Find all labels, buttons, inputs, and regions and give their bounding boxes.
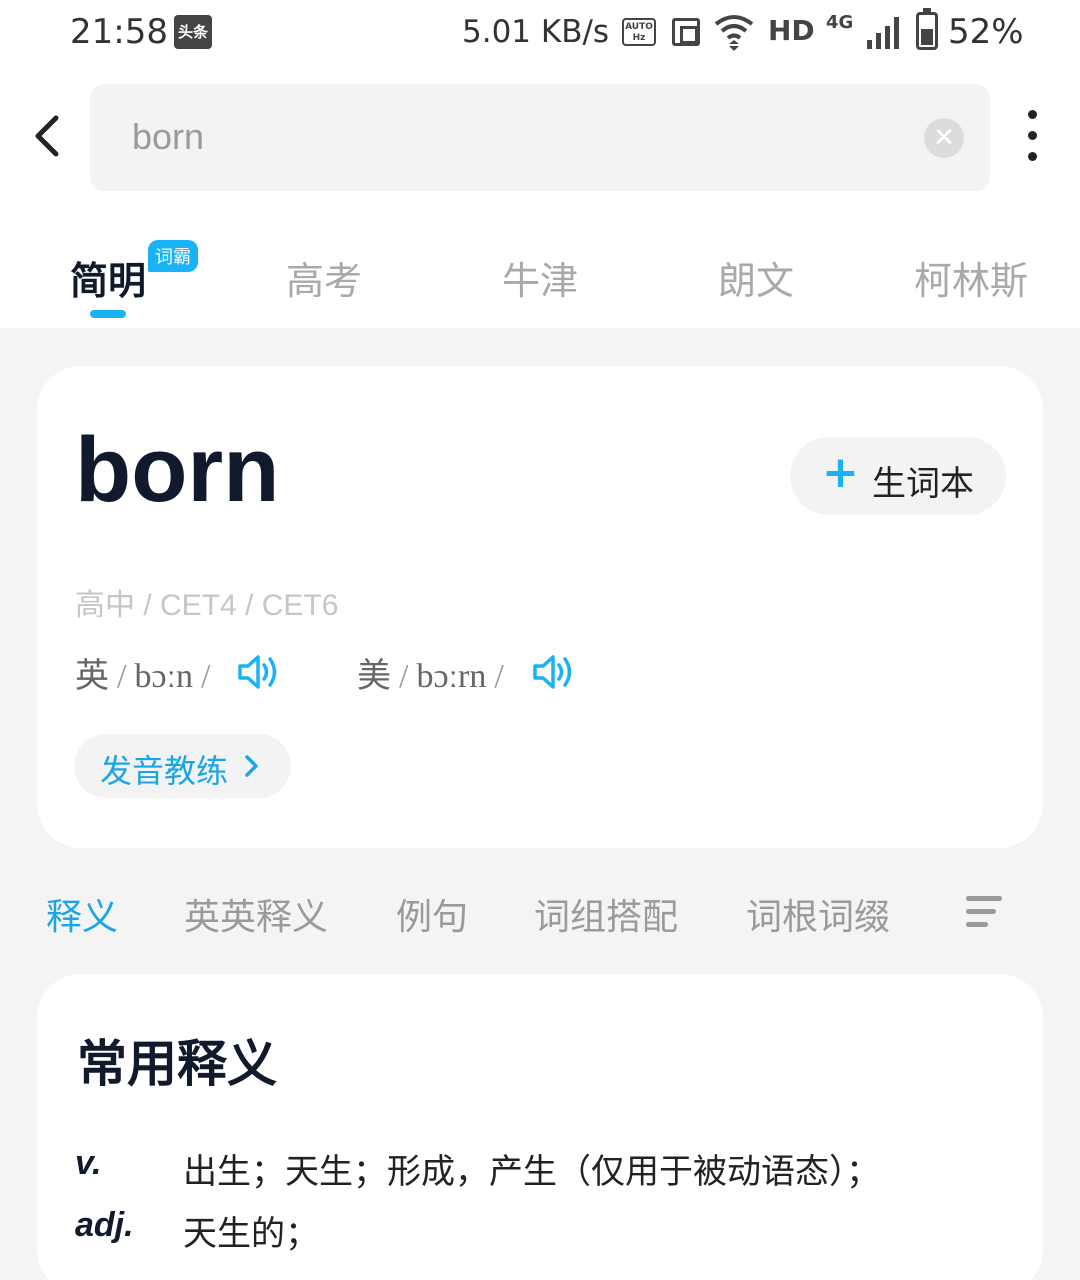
part-of-speech: adj.	[75, 1206, 134, 1244]
section-tabs: 释义 英英释义 例句 词组搭配 词根词缀	[0, 884, 1080, 944]
us-label: 美	[357, 656, 391, 696]
active-tab-indicator	[90, 310, 126, 318]
chevron-right-icon	[245, 755, 258, 777]
nfc-icon	[672, 18, 700, 46]
top-bar: born ✕ 简明 词霸 高考 牛津 朗文 柯林斯	[0, 72, 1080, 328]
uk-pronunciation: 英 / bɔːn /	[75, 656, 211, 696]
tab-gaokao[interactable]: 高考	[286, 250, 362, 305]
hd-indicator: HD	[768, 14, 815, 47]
auto-hz-icon: AUTO Hz	[622, 18, 656, 46]
tab-examples[interactable]: 例句	[396, 888, 468, 940]
definition-meaning: 出生；天生；形成，产生（仅用于被动语态）；	[183, 1152, 880, 1192]
us-ipa: bɔːrn	[416, 658, 487, 695]
us-pronunciation: 美 / bɔːrn /	[357, 656, 504, 696]
tab-longman[interactable]: 朗文	[718, 250, 794, 305]
definitions-card: 常用释义 v. 出生；天生；形成，产生（仅用于被动语态）； adj. 天生的；	[37, 974, 1043, 1280]
ciba-badge: 词霸	[148, 240, 198, 272]
status-time: 21:58	[70, 12, 168, 52]
coach-label: 发音教练	[100, 752, 229, 790]
dictionary-tabs: 简明 词霸 高考 牛津 朗文 柯林斯	[0, 240, 1080, 328]
tab-oxford[interactable]: 牛津	[502, 250, 578, 305]
network-type: 4G	[826, 12, 854, 33]
back-arrow-icon[interactable]	[20, 106, 80, 166]
signal-icon	[867, 17, 899, 49]
pronunciation-coach-button[interactable]: 发音教练	[74, 734, 291, 798]
tab-word-roots[interactable]: 词根词缀	[746, 888, 890, 940]
us-speaker-icon[interactable]	[532, 652, 576, 692]
search-input[interactable]: born ✕	[90, 84, 990, 191]
wifi-icon	[714, 15, 754, 51]
plus-icon: +	[822, 447, 859, 498]
add-to-vocab-button[interactable]: + 生词本	[790, 437, 1006, 515]
section-menu-icon[interactable]	[966, 896, 1002, 935]
uk-speaker-icon[interactable]	[237, 652, 281, 692]
more-options-icon[interactable]	[1010, 110, 1054, 166]
part-of-speech: v.	[75, 1144, 102, 1182]
tab-jianming[interactable]: 简明	[70, 250, 146, 305]
definitions-title: 常用释义	[77, 1035, 277, 1093]
battery-percent: 52%	[948, 12, 1024, 52]
add-vocab-label: 生词本	[872, 464, 974, 504]
tab-definitions[interactable]: 释义	[46, 888, 118, 940]
tab-collocations[interactable]: 词组搭配	[534, 888, 678, 940]
headword: born	[75, 419, 280, 521]
uk-label: 英	[75, 656, 109, 696]
definition-meaning: 天生的；	[183, 1214, 319, 1254]
network-speed: 5.01 KB/s	[462, 14, 610, 50]
toutiao-app-icon: 头条	[174, 15, 212, 49]
status-bar: 21:58 头条 5.01 KB/s AUTO Hz HD 4G 52%	[0, 0, 1080, 72]
tab-label: 简明	[70, 259, 147, 303]
exam-levels: 高中 / CET4 / CET6	[75, 589, 339, 622]
word-card: born + 生词本 高中 / CET4 / CET6 英 / bɔːn / 美 / bɔ…	[37, 366, 1043, 848]
battery-icon	[916, 8, 938, 50]
uk-ipa: bɔːn	[134, 658, 193, 695]
clear-icon[interactable]: ✕	[924, 118, 964, 158]
tab-collins[interactable]: 柯林斯	[914, 250, 1028, 305]
search-query: born	[132, 116, 205, 157]
tab-english-definitions[interactable]: 英英释义	[184, 888, 328, 940]
